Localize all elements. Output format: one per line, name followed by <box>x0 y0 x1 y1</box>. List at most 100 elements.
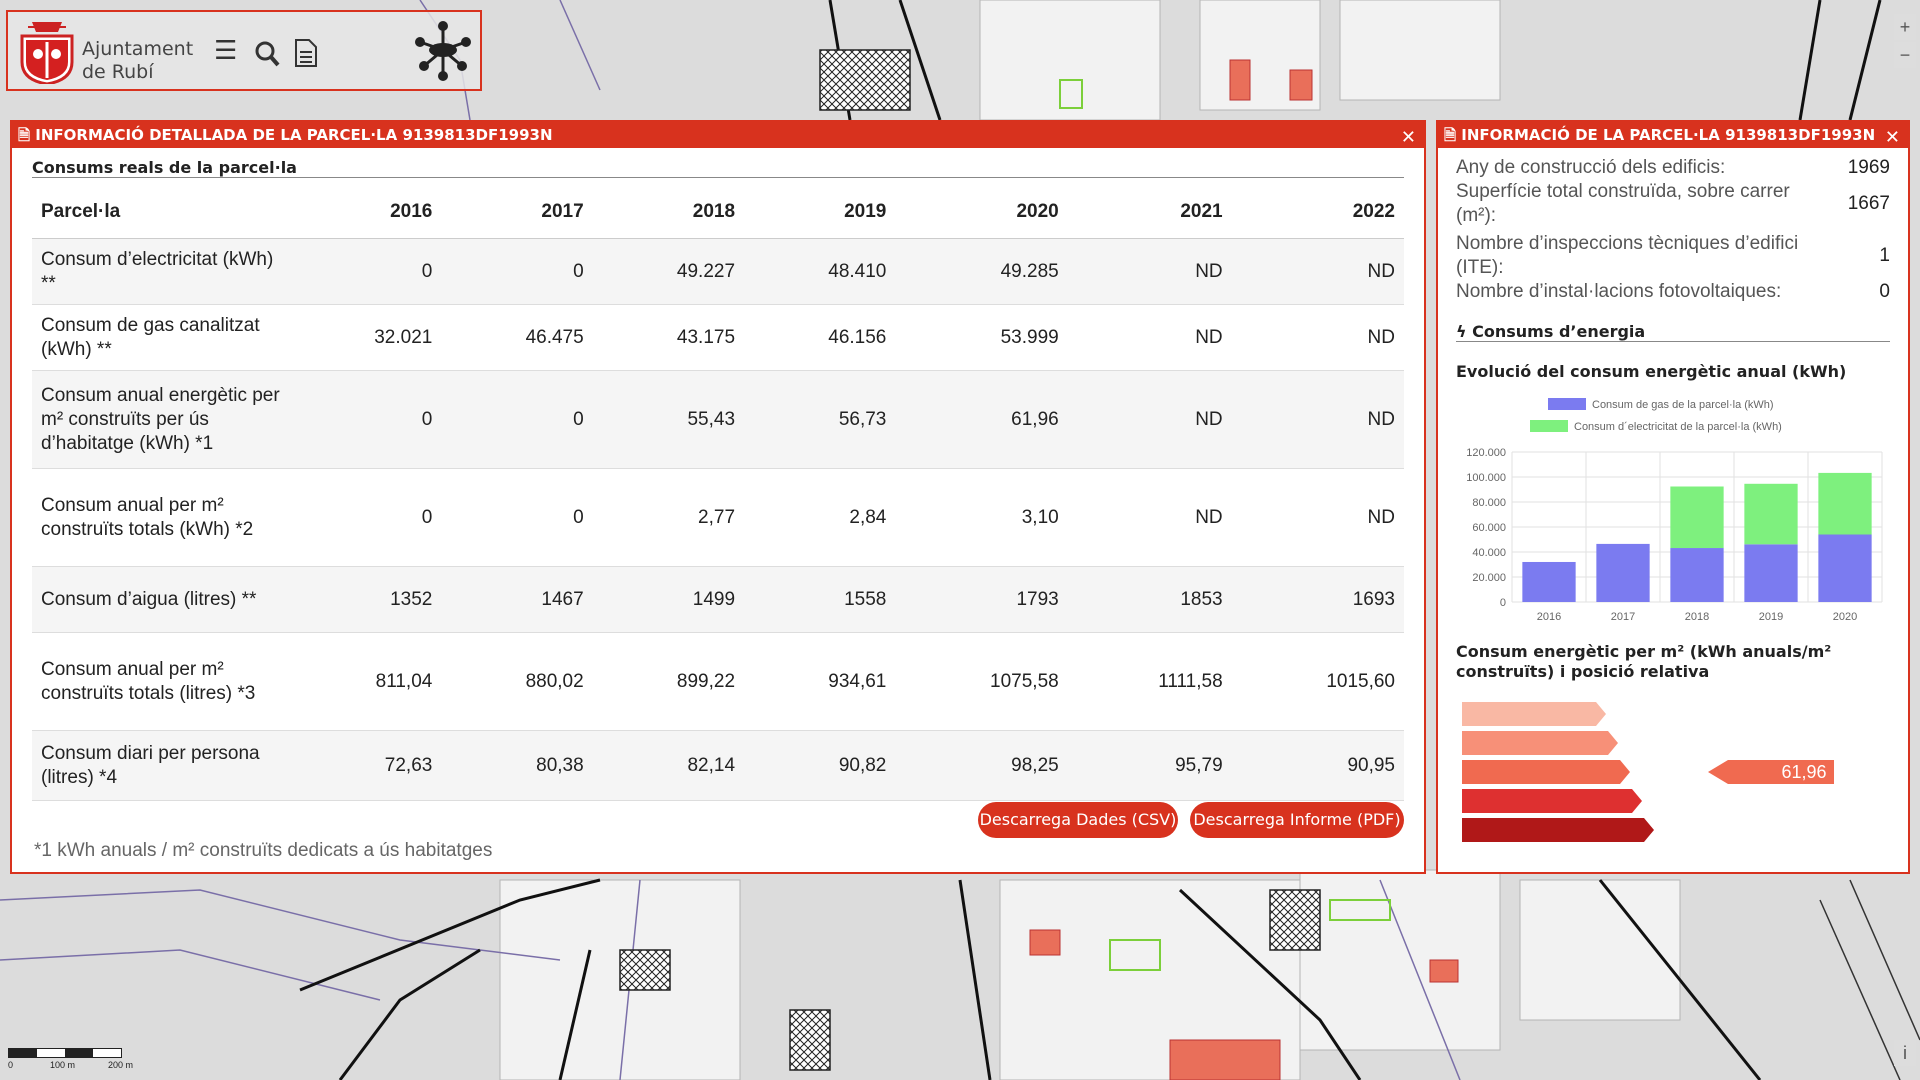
chart-bar <box>1818 472 1872 535</box>
table-cell: 90,95 <box>1231 730 1404 801</box>
document-icon[interactable] <box>294 38 318 68</box>
row-label: Consum anual per m² construïts totals (k… <box>32 468 290 567</box>
download-csv-button[interactable]: Descarrega Dades (CSV) <box>978 802 1178 838</box>
info-value: 1667 <box>1847 193 1890 214</box>
table-cell: ND <box>1231 304 1404 371</box>
scale-label: 0 <box>8 1060 14 1070</box>
consumption-table: Parcel·la 2016 2017 2018 2019 2020 2021 … <box>32 186 1404 801</box>
position-value: 61,96 <box>1781 762 1826 782</box>
rating-band <box>1462 789 1642 813</box>
table-cell: 56,73 <box>744 370 896 469</box>
y-tick-label: 40.000 <box>1472 547 1506 559</box>
legend-label: Consum de gas de la parcel·la (kWh) <box>1592 399 1774 411</box>
table-cell: 48.410 <box>744 238 896 305</box>
info-row: Superfície total construïda, sobre carre… <box>1456 180 1890 228</box>
row-label: Consum d’electricitat (kWh) ** <box>32 238 290 305</box>
table-row: Consum anual per m² construïts totals (k… <box>32 468 1404 567</box>
y-tick-label: 100.000 <box>1466 472 1506 484</box>
x-tick-label: 2017 <box>1611 611 1635 622</box>
table-cell: ND <box>1067 238 1232 305</box>
info-label: Superfície total construïda, sobre carre… <box>1456 181 1790 226</box>
footnote: *1 kWh anuals / m² construïts dedicats a… <box>34 840 493 861</box>
table-cell: ND <box>1067 304 1232 371</box>
energy-heading: ϟ Consums d’energia <box>1456 322 1890 342</box>
table-cell: 0 <box>441 468 593 567</box>
table-cell: 1853 <box>1067 566 1232 633</box>
info-button[interactable]: i <box>1894 1040 1916 1066</box>
x-tick-label: 2020 <box>1833 611 1857 622</box>
chart-bar <box>1670 486 1724 549</box>
table-cell: 899,22 <box>592 632 745 731</box>
document-icon: 🗎 <box>18 126 31 144</box>
row-label: Consum de gas canalitzat (kWh) ** <box>32 304 290 371</box>
chart-bar <box>1818 534 1872 602</box>
table-cell: 49.285 <box>895 238 1068 305</box>
table-cell: 82,14 <box>592 730 745 801</box>
column-header: Parcel·la <box>32 186 290 239</box>
energy-heading-text: Consums d’energia <box>1472 322 1646 341</box>
map-scale-bar: 0 100 m 200 m <box>8 1048 138 1076</box>
info-row: Nombre d’inspeccions tècniques d’edifici… <box>1456 232 1890 280</box>
table-cell: 32.021 <box>290 304 442 371</box>
table-cell: 880,02 <box>441 632 593 731</box>
info-value: 1969 <box>1847 157 1890 178</box>
table-cell: 43.175 <box>592 304 745 371</box>
close-icon[interactable]: ✕ <box>1401 125 1416 151</box>
download-pdf-button[interactable]: Descarrega Informe (PDF) <box>1190 802 1404 838</box>
table-cell: 934,61 <box>744 632 896 731</box>
document-icon: 🗎 <box>1444 126 1457 144</box>
logo-line2: de Rubí <box>82 61 154 83</box>
info-label: Nombre d’inspeccions tècniques d’edifici… <box>1456 233 1799 278</box>
zoom-out-button[interactable]: − <box>1894 42 1916 68</box>
network-icon[interactable] <box>410 20 476 84</box>
table-cell: 0 <box>441 370 593 469</box>
info-label: Any de construcció dels edificis: <box>1456 157 1726 178</box>
scale-label: 200 m <box>108 1060 134 1070</box>
search-icon[interactable] <box>254 40 280 68</box>
table-cell: ND <box>1067 370 1232 469</box>
table-row: Consum d’aigua (litres) ** 1352 1467 1499 15… <box>32 566 1404 633</box>
column-header: 2020 <box>895 186 1068 239</box>
x-tick-label: 2018 <box>1685 611 1709 622</box>
y-tick-label: 120.000 <box>1466 447 1506 459</box>
table-cell: 98,25 <box>895 730 1068 801</box>
table-cell: 3,10 <box>895 468 1068 567</box>
table-cell: 1693 <box>1231 566 1404 633</box>
table-cell: ND <box>1067 468 1232 567</box>
row-label: Consum anual per m² construïts totals (l… <box>32 632 290 731</box>
row-label: Consum diari per persona (litres) *4 <box>32 730 290 801</box>
scale-label: 100 m <box>50 1060 76 1070</box>
table-cell: 46.475 <box>441 304 593 371</box>
x-tick-label: 2016 <box>1537 611 1561 622</box>
zoom-in-button[interactable]: + <box>1894 14 1916 40</box>
info-label: Nombre d’instal·lacions fotovoltaiques: <box>1456 281 1782 302</box>
table-cell: 53.999 <box>895 304 1068 371</box>
table-cell: 1015,60 <box>1231 632 1404 731</box>
info-value: 1 <box>1879 245 1890 266</box>
y-tick-label: 60.000 <box>1472 522 1506 534</box>
lightning-icon: ϟ <box>1456 322 1467 341</box>
table-cell: 55,43 <box>592 370 745 469</box>
table-cell: 2,77 <box>592 468 745 567</box>
table-row: Consum anual per m² construïts totals (l… <box>32 632 1404 731</box>
detail-panel-title: 🗎 INFORMACIÓ DETALLADA DE LA PARCEL·LA 9… <box>12 122 1424 148</box>
chart-bar <box>1744 544 1798 602</box>
table-row: Consum anual energètic per m² construïts… <box>32 370 1404 469</box>
x-tick-label: 2019 <box>1759 611 1783 622</box>
table-cell: 1558 <box>744 566 896 633</box>
menu-icon[interactable]: ☰ <box>214 35 237 66</box>
info-panel-title-text: INFORMACIÓ DE LA PARCEL·LA 9139813DF1993… <box>1461 126 1876 144</box>
scale-bar-graphic <box>8 1048 122 1058</box>
y-tick-label: 80.000 <box>1472 497 1506 509</box>
section-heading: Consums reals de la parcel·la <box>32 158 1404 178</box>
column-header: 2022 <box>1231 186 1404 239</box>
row-label: Consum anual energètic per m² construïts… <box>32 370 290 469</box>
column-header: 2016 <box>290 186 442 239</box>
close-icon[interactable]: ✕ <box>1885 125 1900 151</box>
y-tick-label: 0 <box>1500 597 1506 609</box>
logo-line1: Ajuntament <box>82 38 194 60</box>
info-row: Nombre d’instal·lacions fotovoltaiques: … <box>1456 280 1890 304</box>
energy-rating-scale: 61,96 <box>1462 702 1834 842</box>
logo-shield-icon[interactable] <box>18 22 76 84</box>
table-row: Consum de gas canalitzat (kWh) ** 32.021 4… <box>32 304 1404 371</box>
